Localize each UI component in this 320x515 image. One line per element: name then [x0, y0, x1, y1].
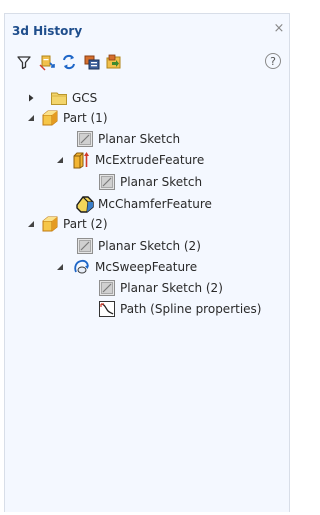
part-box-icon: [41, 215, 59, 233]
planar-sketch-icon: [76, 237, 94, 255]
tree-item-label: Part (1): [63, 111, 108, 125]
collapse-arrow-icon[interactable]: [55, 155, 65, 165]
tree-item-label: Planar Sketch (2): [120, 281, 223, 295]
chamfer-feature-icon: [76, 195, 94, 213]
panel-title: 3d History: [12, 24, 83, 38]
tree-item-label: Part (2): [63, 217, 108, 231]
expand-arrow-icon[interactable]: [26, 93, 36, 103]
expand-all-icon: [83, 53, 101, 71]
tree-item-planar-sketch-2[interactable]: Planar Sketch (2): [76, 236, 201, 256]
filter-icon: [16, 54, 32, 70]
tree-item-spline-path[interactable]: Path (Spline properties): [98, 299, 261, 319]
sweep-feature-icon: [73, 258, 91, 276]
tree-item-gcs[interactable]: GCS: [50, 88, 97, 108]
tree-item-label: McChamferFeature: [98, 197, 212, 211]
collapse-arrow-icon[interactable]: [55, 262, 65, 272]
spline-path-icon: [98, 300, 116, 318]
panel-titlebar: 3d History ×: [5, 14, 289, 44]
tree-item-label: Planar Sketch (2): [98, 239, 201, 253]
tree-item-label: Planar Sketch: [98, 132, 181, 146]
planar-sketch-icon: [98, 279, 116, 297]
tree-item-label: GCS: [72, 91, 98, 105]
history-panel: 3d History × ? GCS Part (1) Planar Sketc…: [4, 13, 290, 512]
tree-item-chamfer-feature[interactable]: McChamferFeature: [76, 194, 212, 214]
tree-item-planar-sketch[interactable]: Planar Sketch: [76, 129, 180, 149]
planar-sketch-icon: [76, 130, 94, 148]
tree-item-extrude-feature[interactable]: McExtrudeFeature: [73, 150, 204, 170]
refresh-button[interactable]: [59, 52, 79, 72]
part-box-icon: [41, 109, 59, 127]
collapse-all-button[interactable]: [104, 52, 124, 72]
help-icon[interactable]: ?: [265, 53, 281, 69]
tree-item-planar-sketch-2[interactable]: Planar Sketch (2): [98, 278, 223, 298]
collapse-arrow-icon[interactable]: [26, 219, 36, 229]
tree-item-planar-sketch[interactable]: Planar Sketch: [98, 172, 202, 192]
collapse-arrow-icon[interactable]: [26, 113, 36, 123]
tree-item-part-1[interactable]: Part (1): [41, 108, 108, 128]
close-icon[interactable]: ×: [271, 21, 287, 37]
expand-all-button[interactable]: [82, 52, 102, 72]
tree-item-label: Path (Spline properties): [120, 302, 262, 316]
tree-item-part-2[interactable]: Part (2): [41, 214, 108, 234]
tree-item-label: Planar Sketch: [120, 175, 203, 189]
history-toolbar: ?: [5, 52, 289, 74]
locate-feature-icon: [38, 53, 56, 71]
tree-item-sweep-feature[interactable]: McSweepFeature: [73, 257, 197, 277]
filter-button[interactable]: [14, 52, 34, 72]
refresh-icon: [60, 53, 78, 71]
collapse-all-icon: [105, 53, 123, 71]
folder-icon: [50, 89, 68, 107]
tree-item-label: McExtrudeFeature: [95, 153, 205, 167]
tree-item-label: McSweepFeature: [95, 260, 198, 274]
planar-sketch-icon: [98, 173, 116, 191]
locate-feature-button[interactable]: [37, 52, 57, 72]
extrude-feature-icon: [73, 151, 91, 169]
